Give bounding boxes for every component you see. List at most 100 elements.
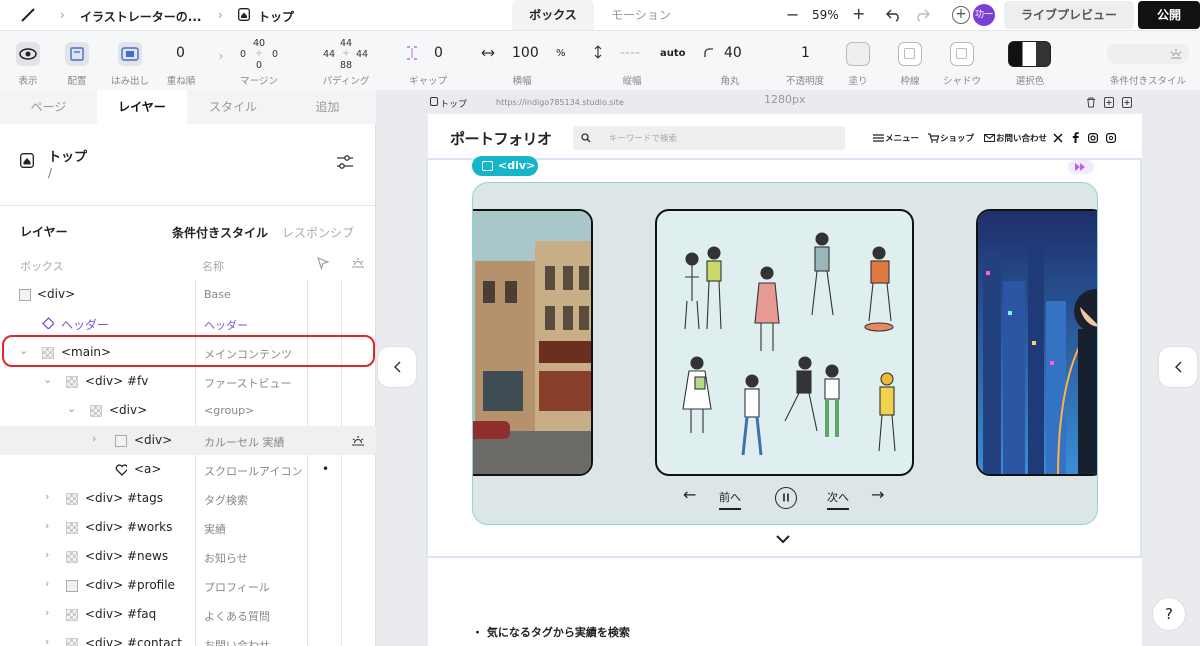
conditional-style-tab[interactable]: 条件付きスタイル xyxy=(172,224,268,241)
selected-element-badge[interactable]: <div> xyxy=(472,156,538,176)
tab-pages[interactable]: ページ xyxy=(0,90,97,124)
site-search-input[interactable]: キーワードで検索 xyxy=(573,126,845,150)
visibility-toggle[interactable] xyxy=(16,42,40,66)
scroll-down-chevron-icon[interactable] xyxy=(776,535,790,544)
carousel-pause-button[interactable] xyxy=(775,487,797,509)
canvas-prev-button[interactable] xyxy=(377,346,417,388)
instagram-icon[interactable] xyxy=(1088,133,1098,143)
layer-row-header[interactable]: ヘッダー ヘッダー xyxy=(0,309,376,338)
nav-contact[interactable]: お問い合わせ xyxy=(996,132,1047,144)
chevron-right-icon[interactable]: › xyxy=(45,577,49,590)
canvas-next-button[interactable] xyxy=(1158,346,1198,388)
layer-row-scroll-icon[interactable]: <a> スクロールアイコン • xyxy=(0,455,376,484)
chevron-right-icon[interactable]: › xyxy=(45,519,49,532)
layer-row-tags[interactable]: › <div> #tags タグ検索 xyxy=(0,484,376,513)
tab-box[interactable]: ボックス xyxy=(512,0,594,30)
sunrise-icon[interactable] xyxy=(351,435,365,447)
border-swatch[interactable] xyxy=(898,42,922,66)
carousel-next-button[interactable]: 次へ xyxy=(827,489,849,510)
duplicate-page-icon[interactable] xyxy=(1104,97,1114,108)
responsive-tab[interactable]: レスポンシブ xyxy=(282,224,354,241)
tab-layers[interactable]: レイヤー xyxy=(97,90,187,124)
chevron-right-icon[interactable]: › xyxy=(45,635,49,646)
chevron-right-icon[interactable]: › xyxy=(45,490,49,503)
padding-bottom[interactable]: 88 xyxy=(340,60,352,71)
z-order-value[interactable]: 0 xyxy=(176,45,185,61)
nav-shop[interactable]: ショップ xyxy=(940,132,974,144)
chevron-right-icon[interactable]: › xyxy=(45,548,49,561)
publish-button[interactable]: 公開 xyxy=(1138,1,1200,29)
layer-row-base[interactable]: <div> Base xyxy=(0,280,376,309)
width-unit[interactable]: % xyxy=(556,48,566,59)
chevron-right-icon[interactable]: › xyxy=(45,606,49,619)
tab-motion[interactable]: モーション xyxy=(594,0,688,30)
zoom-in-button[interactable]: + xyxy=(852,4,865,23)
margin-right[interactable]: 0 xyxy=(272,49,278,60)
redo-icon[interactable] xyxy=(914,8,930,22)
shadow-swatch[interactable] xyxy=(950,42,974,66)
height-unit[interactable]: auto xyxy=(660,48,686,59)
settings-sliders-icon[interactable] xyxy=(336,154,354,170)
threads-icon[interactable] xyxy=(1106,133,1116,143)
page-path: / xyxy=(48,166,53,180)
zoom-level[interactable]: 59% xyxy=(812,8,839,22)
canvas-url[interactable]: https://indigo785134.studio.site xyxy=(496,98,624,107)
layer-row-news[interactable]: › <div> #news お知らせ xyxy=(0,542,376,571)
site-logo[interactable]: ポートフォリオ xyxy=(450,128,552,149)
arrow-right-icon[interactable]: → xyxy=(871,485,884,504)
carousel-slide-city[interactable] xyxy=(976,209,1097,476)
selection-color-swatch[interactable] xyxy=(1008,41,1051,67)
padding-right[interactable]: 44 xyxy=(356,49,368,60)
chevron-down-icon[interactable]: ⌄ xyxy=(67,402,76,415)
trash-icon[interactable] xyxy=(1086,97,1096,108)
layer-row-works[interactable]: › <div> #works 実績 xyxy=(0,513,376,542)
conditional-style-label: 条件付きスタイル xyxy=(1109,76,1187,87)
layer-row-contact[interactable]: › <div> #contact お問い合わせ xyxy=(0,629,376,646)
help-button[interactable]: ? xyxy=(1152,597,1186,631)
box-icon xyxy=(115,435,127,447)
undo-icon[interactable] xyxy=(886,8,902,22)
carousel-slide-street[interactable] xyxy=(473,209,593,476)
x-social-icon[interactable] xyxy=(1053,133,1063,143)
chevron-down-icon[interactable]: ⌄ xyxy=(43,373,52,386)
radius-value[interactable]: 40 xyxy=(724,45,742,61)
add-collaborator-button[interactable]: + xyxy=(952,6,970,24)
arrow-left-icon[interactable]: ← xyxy=(683,485,696,504)
layer-row-carousel[interactable]: › <div> カルーセル 実績 xyxy=(0,426,376,455)
add-page-icon[interactable] xyxy=(1122,97,1132,108)
project-name[interactable]: イラストレーターの... xyxy=(80,8,201,25)
page-name[interactable]: トップ xyxy=(258,8,294,25)
zoom-out-button[interactable]: − xyxy=(786,5,799,24)
padding-left[interactable]: 44 xyxy=(323,49,335,60)
width-value[interactable]: 100 xyxy=(512,45,539,61)
tab-add[interactable]: 追加 xyxy=(279,90,376,124)
layer-row-profile[interactable]: › <div> #profile プロフィール xyxy=(0,571,376,600)
chevron-right-icon[interactable]: › xyxy=(92,432,96,445)
gap-value[interactable]: 0 xyxy=(434,45,443,61)
carousel-slide-people[interactable] xyxy=(655,209,914,476)
layer-row-faq[interactable]: › <div> #faq よくある質問 xyxy=(0,600,376,629)
conditional-style-toggle[interactable] xyxy=(1107,44,1189,64)
height-value[interactable]: ---- xyxy=(620,45,640,61)
margin-left[interactable]: 0 xyxy=(240,49,246,60)
fill-swatch[interactable] xyxy=(846,42,870,66)
pen-icon[interactable] xyxy=(20,7,36,23)
carousel[interactable]: ← 前へ 次へ → xyxy=(472,182,1098,525)
opacity-value[interactable]: 1 xyxy=(801,45,810,61)
selection-highlight xyxy=(2,335,375,367)
carousel-prev-button[interactable]: 前へ xyxy=(719,489,741,510)
tab-styles[interactable]: スタイル xyxy=(187,90,279,124)
tag-search-heading: ・ 気になるタグから実績を検索 xyxy=(472,626,630,639)
overflow-button[interactable] xyxy=(118,42,142,66)
chevron-left-icon xyxy=(1175,361,1182,373)
margin-bottom[interactable]: 0 xyxy=(256,60,262,71)
facebook-icon[interactable] xyxy=(1071,132,1079,143)
nav-menu[interactable]: メニュー xyxy=(885,132,919,144)
live-preview-button[interactable]: ライブプレビュー xyxy=(1004,1,1134,29)
layer-row-fv[interactable]: ⌄ <div> #fv ファーストビュー xyxy=(0,367,376,396)
align-button[interactable] xyxy=(65,42,89,66)
layer-row-group[interactable]: ⌄ <div> <group> xyxy=(0,396,376,425)
motion-indicator[interactable] xyxy=(1068,160,1094,174)
avatar[interactable]: 功一 xyxy=(973,4,995,26)
home-icon xyxy=(430,97,438,106)
